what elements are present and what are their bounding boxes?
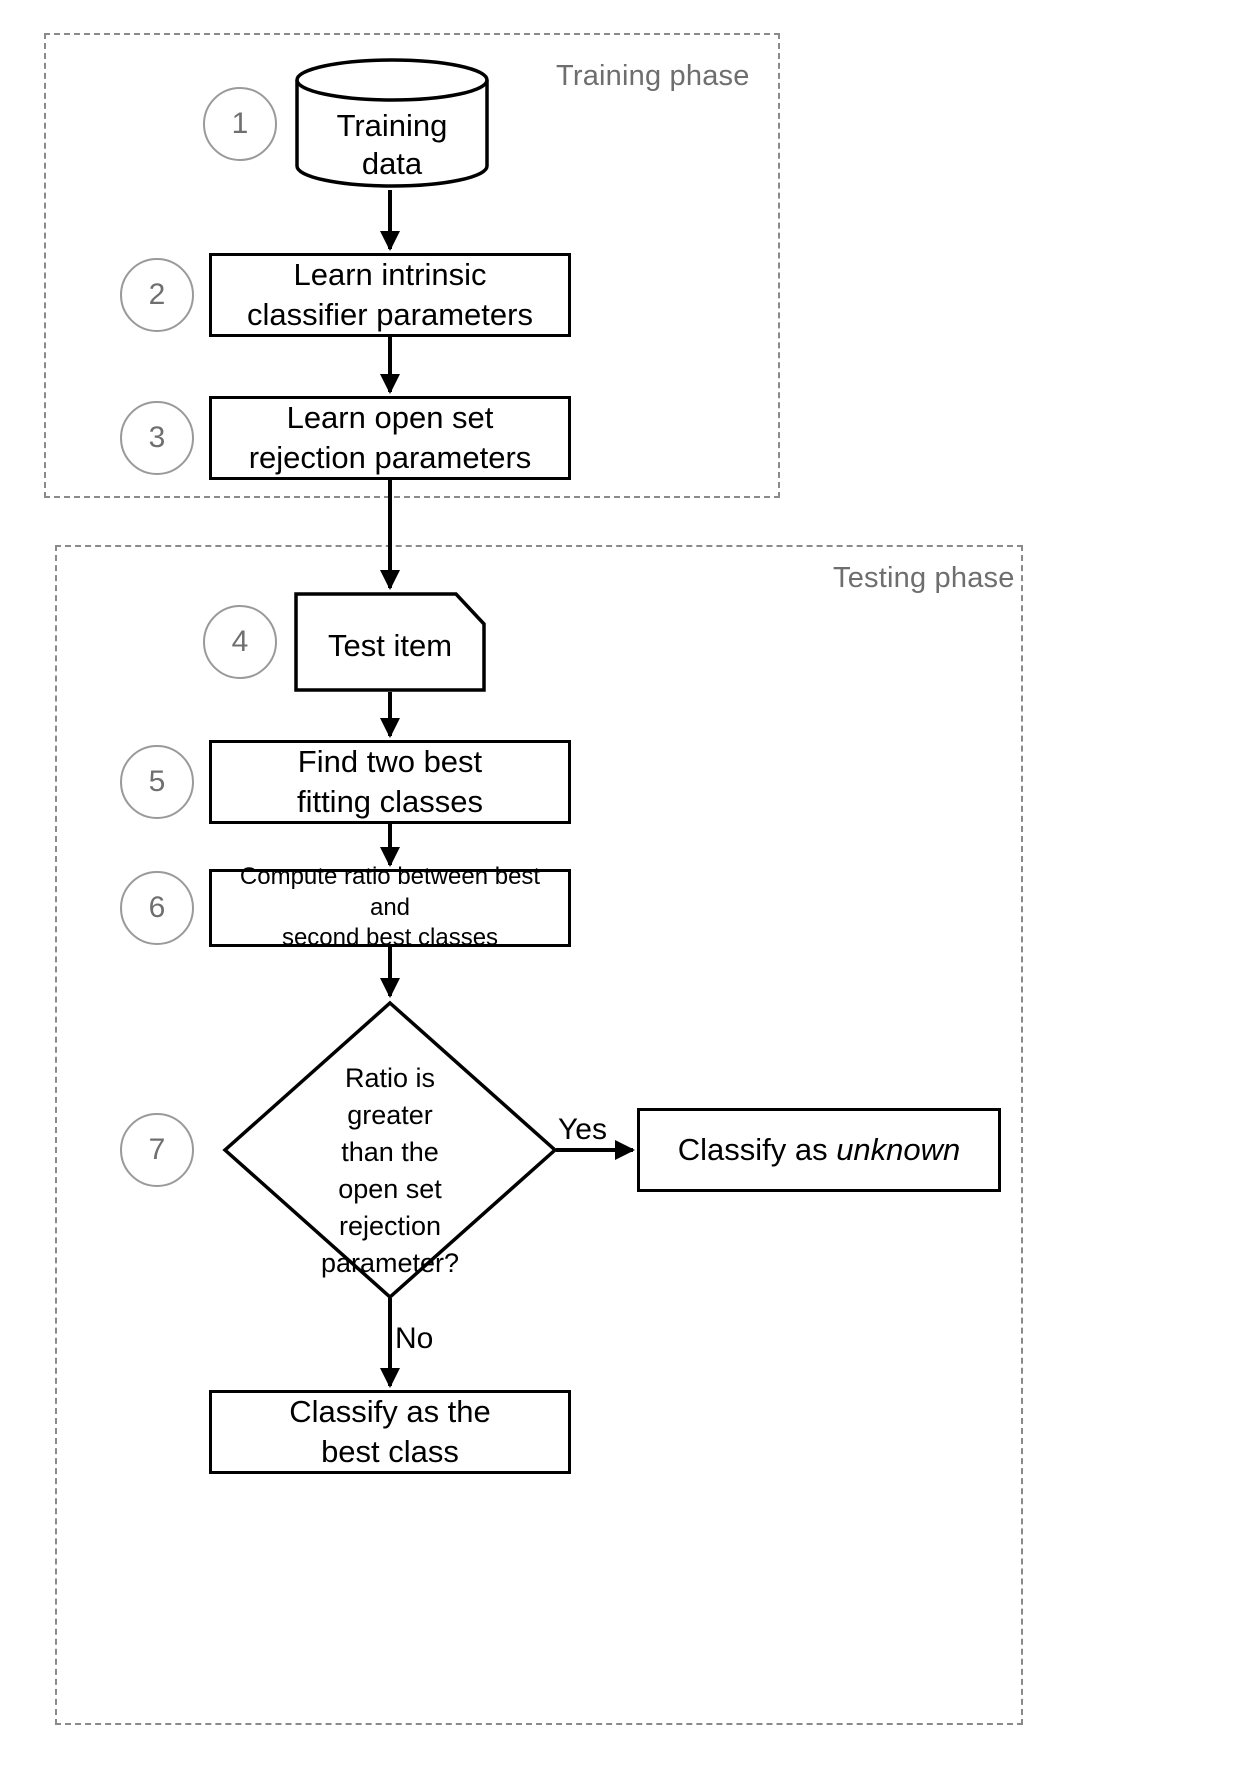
step-number-4: 4 [203,605,277,679]
classify-best-line1: Classify as the [289,1394,491,1430]
step-number-4-text: 4 [231,625,249,658]
decision-line-1: Ratio is [344,1063,436,1093]
step-number-1: 1 [203,87,277,161]
box-2-line1: Learn intrinsic [293,257,487,293]
testing-phase-label: Testing phase [833,562,1015,594]
box-classify-as-unknown: Classify as unknown [637,1108,1001,1192]
training-data-line1: Training [336,108,448,143]
classify-unknown-prefix: Classify as [677,1132,837,1168]
flowchart-canvas: Training phase 1 Training data 2 Learn i… [0,0,1240,1770]
edge-label-yes: Yes [558,1113,607,1146]
card-test-item: Test item [294,592,486,692]
step-number-7-text: 7 [148,1133,166,1166]
box-3-line2: rejection parameters [248,440,532,475]
classify-best-line2: best class [321,1434,459,1469]
card-test-item-label: Test item [327,628,453,663]
box-5-line2: fitting classes [296,784,484,819]
box-6-line1: Compute ratio between best and [239,862,541,921]
training-data-cylinder: Training data [294,58,490,188]
decision-line-2: greater [347,1100,433,1130]
box-learn-open-set-rejection-parameters: Learn open set rejection parameters [209,396,571,480]
step-number-1-text: 1 [231,107,249,140]
step-number-5-text: 5 [148,765,166,798]
decision-line-5: rejection [338,1211,442,1241]
step-number-3: 3 [120,401,194,475]
step-number-2: 2 [120,258,194,332]
edge-label-no: No [395,1322,434,1355]
box-5-line1: Find two best [297,744,483,780]
decision-line-4: open set [338,1174,442,1204]
box-6-line2: second best classes [281,924,499,952]
training-phase-label: Training phase [556,60,750,92]
classify-unknown-emphasis: unknown [836,1132,961,1168]
box-classify-as-best-class: Classify as the best class [209,1390,571,1474]
decision-ratio-greater-than-rejection-parameter: Ratio is greater than the open set rejec… [222,1000,558,1300]
decision-line-6: parameter? [320,1248,460,1278]
step-number-2-text: 2 [148,278,166,311]
box-compute-ratio: Compute ratio between best and second be… [209,863,571,951]
step-number-6: 6 [120,871,194,945]
training-data-line2: data [361,146,423,181]
box-learn-intrinsic-classifier-parameters: Learn intrinsic classifier parameters [209,253,571,337]
decision-line-3: than the [341,1137,439,1167]
box-find-two-best-fitting-classes: Find two best fitting classes [209,740,571,824]
step-number-7: 7 [120,1113,194,1187]
step-number-6-text: 6 [148,891,166,924]
box-3-line1: Learn open set [286,400,494,436]
box-2-line2: classifier parameters [247,297,533,332]
step-number-3-text: 3 [148,421,166,454]
step-number-5: 5 [120,745,194,819]
